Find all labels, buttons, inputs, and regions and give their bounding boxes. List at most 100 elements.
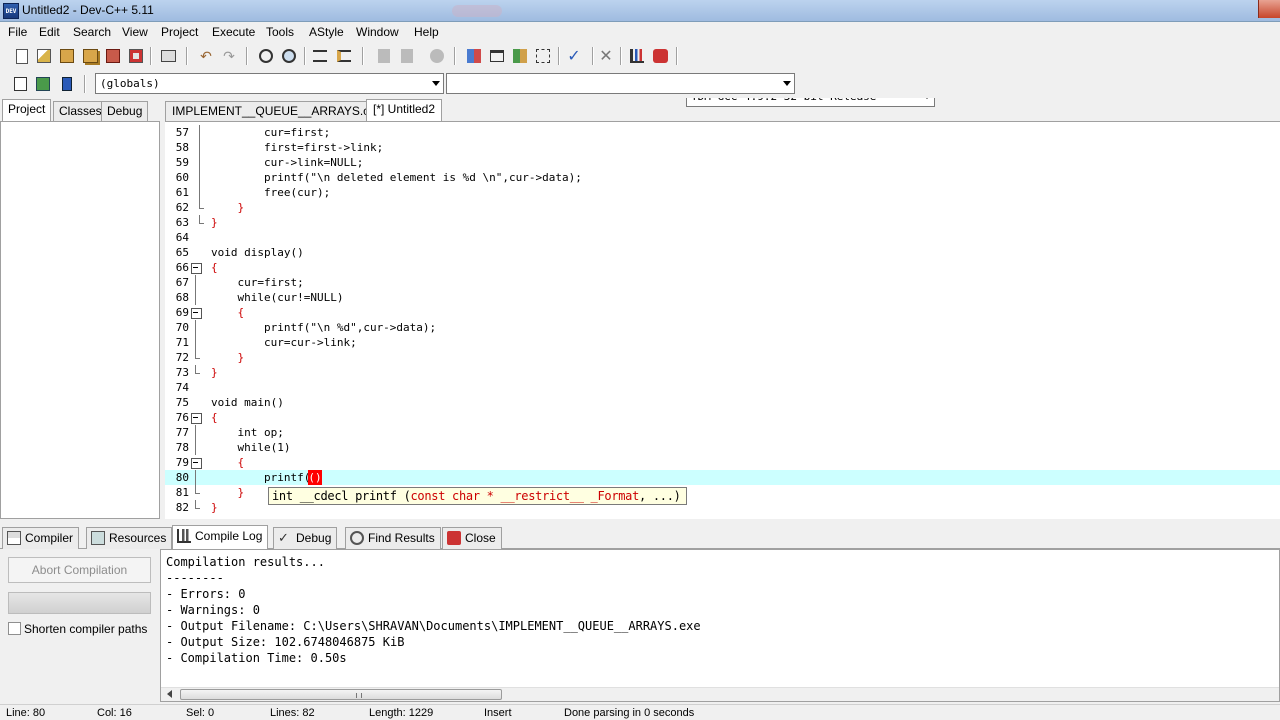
menu-astyle[interactable]: AStyle [309,25,344,39]
code-line: 69 { [175,305,245,320]
devcpp-app-icon: DEV [3,3,19,19]
save-icon[interactable] [57,46,77,66]
bottom-panel-tabs: Compiler Resources Compile Log ✓ Debug Fi… [0,525,1280,550]
code-line: 68 while(cur!=NULL) [175,290,344,305]
shorten-paths-checkbox[interactable] [8,622,21,635]
open-file-icon[interactable] [34,46,54,66]
window-title: Untitled2 - Dev-C++ 5.11 [22,3,154,17]
code-line-current: 80 printf()() [165,470,1280,485]
code-line: 66{ [175,260,218,275]
main-toolbar: ↶ ↷ ✓ ✕ TDM-GCC 4.9.2 32-bit Release [0,42,1280,107]
goto-back-icon[interactable] [374,46,394,66]
tab-resources[interactable]: Resources [86,527,173,549]
compile-progress-bar [8,592,151,614]
globals-select[interactable]: (globals) [95,73,444,94]
chart-icon [177,529,191,543]
goto-function-icon[interactable] [33,74,53,94]
secondary-toolbar: (globals) [0,70,1280,98]
code-line: 60 printf("\n deleted element is %d \n",… [175,170,582,185]
menu-tools[interactable]: Tools [266,25,294,39]
menu-search[interactable]: Search [73,25,111,39]
tab-compiler[interactable]: Compiler [2,527,80,549]
log-line: - Compilation Time: 0.50s [166,651,347,665]
code-line: 74 [175,381,189,394]
unindent-icon[interactable] [334,46,354,66]
status-length: Length: 1229 [369,707,434,719]
menu-edit[interactable]: Edit [39,25,60,39]
scrollbar-thumb[interactable] [180,689,502,700]
tab-debug[interactable]: Debug [101,101,149,121]
scroll-left-icon[interactable] [167,690,172,698]
menu-file[interactable]: File [8,25,27,39]
goto-forward-icon[interactable] [397,46,417,66]
code-line: 67 cur=first; [175,275,304,290]
code-line: 71 cur=cur->link; [175,335,357,350]
blurred-region [452,5,502,17]
code-line: 57 cur=first; [175,125,331,140]
indent-icon[interactable] [310,46,330,66]
menu-project[interactable]: Project [161,25,198,39]
project-new-icon[interactable] [464,46,484,66]
code-line: 72 } [175,350,245,364]
members-select[interactable] [446,73,795,94]
fold-toggle-icon[interactable] [191,410,202,425]
code-line: 59 cur->link=NULL; [175,155,364,170]
fold-toggle-icon[interactable] [191,260,202,275]
tab-compile-log[interactable]: Compile Log [172,525,269,550]
close-all-icon[interactable] [126,46,146,66]
toggle-bookmark-icon[interactable] [427,46,447,66]
new-file-icon[interactable] [12,46,32,66]
class-browser-icon[interactable] [533,46,553,66]
chevron-down-icon [432,81,440,86]
project-browser-panel[interactable] [0,121,160,519]
undo-icon[interactable]: ↶ [196,46,216,66]
tab-find-results[interactable]: Find Results [345,527,441,549]
log-line: - Errors: 0 [166,587,246,601]
status-message: Done parsing in 0 seconds [564,707,695,719]
compile-log-controls: Abort Compilation Shorten compiler paths [0,549,160,702]
tab-close[interactable]: Close [442,527,502,549]
tab-project[interactable]: Project [2,99,52,121]
save-all-icon[interactable] [80,46,100,66]
matched-parens: () [308,470,322,485]
goto-declaration-icon[interactable] [57,74,77,94]
function-calltip: int __cdecl printf (const char * __restr… [268,487,687,505]
tab-implement-queue-arrays[interactable]: IMPLEMENT__QUEUE__ARRAYS.cpp [165,101,390,121]
tab-untitled2[interactable]: [*] Untitled2 [366,99,443,121]
menu-execute[interactable]: Execute [212,25,255,39]
log-horizontal-scrollbar[interactable] [161,687,1279,701]
tab-classes[interactable]: Classes [53,101,108,121]
status-lines: Lines: 82 [270,707,315,719]
find-icon[interactable] [256,46,276,66]
code-line: 62 } [175,200,245,214]
compile-log-output[interactable]: Compilation results... -------- - Errors… [160,549,1280,702]
menu-window[interactable]: Window [356,25,399,39]
code-line: 64 [175,231,189,244]
check-syntax-icon[interactable]: ✓ [564,46,584,66]
project-options-icon[interactable] [510,46,530,66]
print-icon[interactable] [158,46,178,66]
code-line: 76{ [175,410,218,425]
menu-help[interactable]: Help [414,25,439,39]
fold-toggle-icon[interactable] [191,455,202,470]
chart-icon[interactable] [627,46,647,66]
window-close-button[interactable] [1258,0,1280,18]
menu-view[interactable]: View [122,25,148,39]
fold-toggle-icon[interactable] [191,305,202,320]
fullscreen-icon[interactable] [487,46,507,66]
left-panel-tabs: Project Classes Debug [0,99,160,121]
profile-analysis-icon[interactable] [650,46,670,66]
close-file-icon[interactable] [103,46,123,66]
insert-icon[interactable] [10,74,30,94]
replace-icon[interactable] [279,46,299,66]
title-bar: DEV Untitled2 - Dev-C++ 5.11 [0,0,1280,22]
code-line: 65 void display() [175,246,304,259]
tab-debug-bottom[interactable]: ✓ Debug [273,527,338,549]
abort-compilation-button[interactable]: Abort Compilation [8,557,151,583]
check-icon: ✓ [278,530,289,545]
redo-icon[interactable]: ↷ [219,46,239,66]
code-line: 63} [175,215,218,229]
stop-icon[interactable]: ✕ [596,46,616,66]
code-editor[interactable]: 57 cur=first; 58 first=first->link; 59 c… [165,121,1280,519]
code-line: 73} [175,365,218,379]
